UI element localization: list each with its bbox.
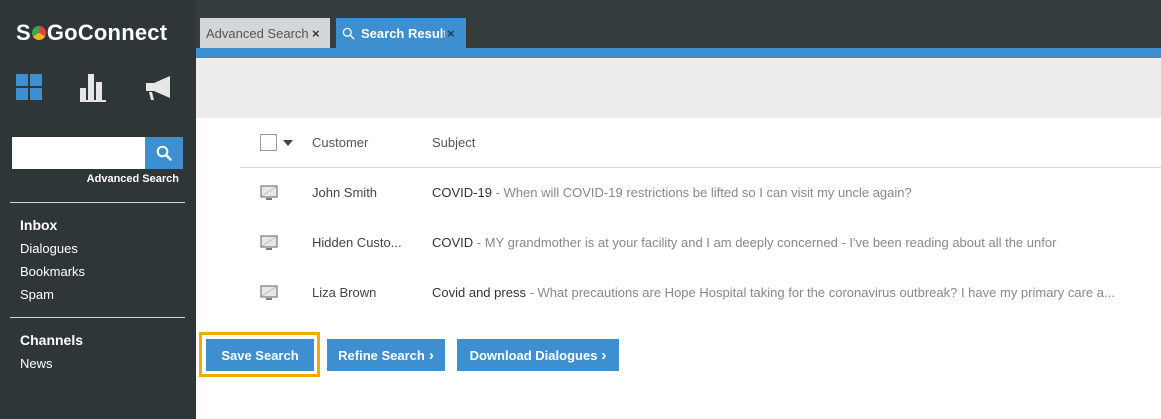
dashboard-icon[interactable]	[16, 74, 42, 100]
sidebar-nav-icons	[16, 74, 176, 102]
save-search-label: Save Search	[221, 347, 299, 363]
row-subject-preview: - What precautions are Hope Hospital tak…	[525, 285, 1115, 300]
table-row[interactable]: Liza Brown Covid and press - What precau…	[240, 268, 1161, 318]
column-header-subject[interactable]: Subject	[432, 135, 475, 150]
tab-search-results[interactable]: Search Results ×	[336, 18, 466, 48]
app-root: S GoConnect Advanced Search Inbox Dialog…	[0, 0, 1161, 419]
chevron-right-icon: ›	[428, 346, 434, 364]
sidebar-divider	[10, 317, 185, 318]
app-logo[interactable]: S GoConnect	[16, 20, 167, 46]
bar-chart-icon[interactable]	[80, 74, 106, 102]
sidebar-divider	[10, 202, 185, 203]
row-customer: Hidden Custo...	[312, 235, 402, 250]
logo-text-start: S	[16, 20, 31, 45]
results-table-header: Customer Subject	[240, 118, 1161, 168]
search-button[interactable]	[145, 137, 183, 169]
sidebar-search-input[interactable]	[12, 137, 145, 169]
channels-section: Channels News	[20, 329, 83, 375]
search-icon	[342, 27, 355, 40]
row-subject-title: Covid and press	[432, 285, 526, 300]
advanced-search-link[interactable]: Advanced Search	[87, 173, 179, 185]
logo-dot-icon	[31, 26, 46, 40]
row-customer: John Smith	[312, 185, 378, 200]
refine-search-label: Refine Search	[338, 347, 425, 363]
tab-label: Advanced Search	[206, 25, 309, 41]
row-subject: COVID-19 - When will COVID-19 restrictio…	[432, 185, 1150, 200]
chevron-right-icon: ›	[601, 346, 607, 364]
download-dialogues-label: Download Dialogues	[469, 347, 598, 363]
sidebar-item-bookmarks[interactable]: Bookmarks	[20, 260, 85, 283]
monitor-icon	[260, 285, 278, 300]
active-tab-strip	[196, 48, 1161, 58]
tab-bar: Advanced Search × Search Results ×	[196, 0, 1161, 48]
logo-text-end: GoConnect	[46, 20, 168, 45]
tab-advanced-search[interactable]: Advanced Search ×	[200, 18, 330, 48]
select-all-checkbox[interactable]	[260, 134, 277, 151]
save-search-button[interactable]: Save Search	[206, 339, 314, 371]
row-subject: COVID - MY grandmother is at your facili…	[432, 235, 1150, 250]
sidebar-heading-channels[interactable]: Channels	[20, 329, 83, 352]
row-subject-preview: - MY grandmother is at your facility and…	[473, 235, 1057, 250]
row-subject: Covid and press - What precautions are H…	[432, 285, 1150, 300]
column-header-customer[interactable]: Customer	[312, 135, 368, 150]
chevron-down-icon[interactable]	[283, 140, 293, 146]
close-icon[interactable]: ×	[447, 26, 455, 41]
megaphone-icon[interactable]	[144, 74, 172, 102]
search-icon	[156, 145, 172, 161]
sidebar: S GoConnect Advanced Search Inbox Dialog…	[0, 0, 196, 419]
sidebar-item-dialogues[interactable]: Dialogues	[20, 237, 85, 260]
inbox-section: Inbox Dialogues Bookmarks Spam	[20, 214, 85, 306]
refine-search-button[interactable]: Refine Search ›	[327, 339, 445, 371]
row-customer: Liza Brown	[312, 285, 377, 300]
sidebar-item-spam[interactable]: Spam	[20, 283, 85, 306]
tab-label: Search Results	[361, 25, 445, 41]
toolbar-band	[196, 58, 1161, 118]
row-subject-title: COVID	[432, 235, 474, 250]
row-subject-title: COVID-19	[432, 185, 492, 200]
monitor-icon	[260, 185, 278, 200]
row-subject-preview: - When will COVID-19 restrictions be lif…	[491, 185, 912, 200]
table-row[interactable]: John Smith COVID-19 - When will COVID-19…	[240, 168, 1161, 218]
sidebar-heading-inbox[interactable]: Inbox	[20, 214, 85, 237]
close-icon[interactable]: ×	[312, 26, 320, 41]
monitor-icon	[260, 235, 278, 250]
download-dialogues-button[interactable]: Download Dialogues ›	[457, 339, 619, 371]
sidebar-item-news[interactable]: News	[20, 352, 83, 375]
table-row[interactable]: Hidden Custo... COVID - MY grandmother i…	[240, 218, 1161, 268]
